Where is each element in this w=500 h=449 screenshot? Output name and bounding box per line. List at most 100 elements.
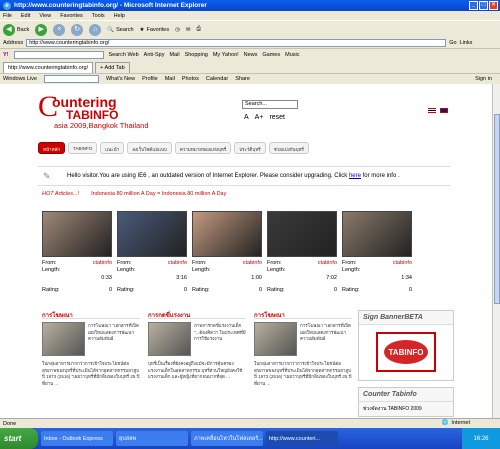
pencil-icon: ✎ xyxy=(43,170,51,181)
upgrade-link[interactable]: here xyxy=(349,173,361,179)
windows-taskbar: start Inbox - Outlook Express ยุบสลพ ภาพ… xyxy=(0,428,500,449)
search-web-button[interactable]: Search Web xyxy=(109,52,139,58)
article-excerpt-bottom: บุหรี่เป็นเรื่องที่ยังคงอยู่ถึงแม้จะมีกา… xyxy=(148,361,243,379)
page-viewport: C ountering TABINFO asia 2009,Bangkok Th… xyxy=(0,84,492,418)
add-tab-button[interactable]: + Add Tab xyxy=(95,62,130,73)
refresh-button[interactable]: ↻ xyxy=(71,23,84,36)
calendar-button[interactable]: Calendar xyxy=(206,76,228,82)
yahoo-search-input[interactable] xyxy=(13,50,104,59)
address-input[interactable]: http://www.counteringtabinfo.org/ xyxy=(26,39,447,47)
video-thumbnail[interactable] xyxy=(192,211,262,257)
site-logo[interactable]: C ountering TABINFO asia 2009,Bangkok Th… xyxy=(38,90,188,131)
window-title: http://www.counteringtabinfo.org/ - Micr… xyxy=(14,2,207,9)
links-button[interactable]: Links xyxy=(460,40,473,46)
video-author-link[interactable]: ctabinfo xyxy=(93,260,112,266)
article-title[interactable]: การกดขี่แรงงาน xyxy=(148,310,246,319)
nav-template[interactable]: ลงเว็บไซต์แม่แบบ xyxy=(127,142,172,154)
maximize-button[interactable]: □ xyxy=(479,1,488,10)
article-title[interactable]: การโฆษณา xyxy=(42,310,140,319)
font-large-button[interactable]: A+ xyxy=(255,114,264,121)
article-image[interactable] xyxy=(254,322,297,356)
shopping-button[interactable]: Shopping xyxy=(185,52,208,58)
video-length-label: Length: xyxy=(192,267,211,273)
vertical-scrollbar[interactable] xyxy=(492,84,500,418)
search-button[interactable]: 🔍 Search xyxy=(107,27,133,33)
back-button[interactable]: ◀ Back xyxy=(3,23,29,36)
video-thumbnail[interactable] xyxy=(117,211,187,257)
home-button[interactable]: ⌂ xyxy=(89,23,102,36)
scroll-thumb[interactable] xyxy=(494,114,500,304)
sign-in-button[interactable]: Sign in xyxy=(475,76,492,82)
article-excerpt-top: การโฆษณา "เอกสารที่เปิดเผยใหม่แสดงการพัฒ… xyxy=(300,323,351,341)
thai-flag-icon[interactable] xyxy=(428,108,436,113)
nav-meaning[interactable]: ความหมายของแท่งบุหรี่ xyxy=(174,142,232,154)
logo-tabinfo: TABINFO xyxy=(66,108,119,122)
profile-button[interactable]: Profile xyxy=(142,76,158,82)
article-excerpt-top: ภาพการกดขี่แรงงานเด็ก "...ต้องคิดว่า ในป… xyxy=(194,323,246,341)
video-thumbnail[interactable] xyxy=(267,211,337,257)
live-mail-button[interactable]: Mail xyxy=(165,76,175,82)
music-button[interactable]: Music xyxy=(285,52,299,58)
news-button[interactable]: News xyxy=(244,52,258,58)
video-length: 0:33 xyxy=(101,275,112,281)
print-button[interactable]: ⎙ xyxy=(197,26,201,33)
video-author-link[interactable]: ctabinfo xyxy=(168,260,187,266)
start-button[interactable]: start xyxy=(0,428,38,449)
video-info: From: ctabinfo Length: 1:00 Rating: 0 xyxy=(192,260,262,294)
antispy-button[interactable]: Anti-Spy xyxy=(144,52,165,58)
share-button[interactable]: Share xyxy=(235,76,250,82)
video-author-link[interactable]: ctabinfo xyxy=(318,260,337,266)
my-yahoo-button[interactable]: My Yahoo! xyxy=(213,52,239,58)
nav-history[interactable]: ประวัติบุหรี่ xyxy=(234,142,266,154)
menu-favorites[interactable]: Favorites xyxy=(60,13,83,19)
video-rating-label: Rating: xyxy=(342,287,360,293)
font-small-button[interactable]: A xyxy=(244,114,249,121)
hot-articles-ticker[interactable]: Indonesia 80 million A Day = Indonesia 8… xyxy=(91,191,226,201)
status-bar: Done 🌐 Internet xyxy=(0,418,500,428)
article-image[interactable] xyxy=(148,322,191,356)
uk-flag-icon[interactable] xyxy=(440,108,448,113)
video-thumbnail[interactable] xyxy=(42,211,112,257)
yahoo-mail-button[interactable]: Mail xyxy=(169,52,179,58)
live-search-input[interactable] xyxy=(43,75,99,83)
counter-title: Counter Tabinfo xyxy=(359,388,453,402)
nav-intro[interactable]: แนะนำ xyxy=(100,142,125,154)
menu-edit[interactable]: Edit xyxy=(21,13,30,19)
mail-button[interactable]: ✉ xyxy=(186,27,191,33)
nav-tabinfo[interactable]: TABINFO xyxy=(68,142,98,154)
video-rating: 0 xyxy=(108,287,112,293)
article-image[interactable] xyxy=(42,322,85,356)
video-author-link[interactable]: ctabinfo xyxy=(243,260,262,266)
star-icon: ★ xyxy=(139,26,145,33)
nav-quit[interactable]: ช่วยแบ่งกันบุหรี่ xyxy=(268,142,309,154)
site-search-input[interactable]: Search... xyxy=(242,100,298,109)
games-button[interactable]: Games xyxy=(262,52,280,58)
video-author-link[interactable]: ctabinfo xyxy=(393,260,412,266)
video-thumbnail[interactable] xyxy=(342,211,412,257)
nav-home[interactable]: หน้าหลัก xyxy=(38,142,66,154)
favorites-button[interactable]: ★ Favorites xyxy=(140,27,170,33)
minimize-button[interactable]: _ xyxy=(469,1,478,10)
history-button[interactable]: ◷ xyxy=(175,27,180,33)
photos-button[interactable]: Photos xyxy=(182,76,199,82)
article-title[interactable]: การโฆษณา xyxy=(254,310,352,319)
tab-current[interactable]: http://www.counteringtabinfo.org/ xyxy=(3,62,94,73)
menu-tools[interactable]: Tools xyxy=(92,13,105,19)
task-images[interactable]: ภาพเคลื่อนไหวในโฟลเดอร์... xyxy=(191,431,263,446)
task-browser[interactable]: http://www.counteri... xyxy=(266,431,338,446)
go-button[interactable]: Go xyxy=(449,40,456,46)
menu-help[interactable]: Help xyxy=(114,13,125,19)
task-folder[interactable]: ยุบสลพ xyxy=(116,431,188,446)
stop-button[interactable]: × xyxy=(53,23,66,36)
task-outlook[interactable]: Inbox - Outlook Express xyxy=(41,431,113,446)
counter-line[interactable]: ช่วงจัดงาน TABINFO 2009 xyxy=(359,402,453,416)
menu-file[interactable]: File xyxy=(3,13,12,19)
whats-new-button[interactable]: What's New xyxy=(106,76,135,82)
forward-button[interactable]: ▶ xyxy=(35,23,48,36)
close-button[interactable]: × xyxy=(489,1,498,10)
video-info: From: ctabinfo Length: 7:02 Rating: 0 xyxy=(267,260,337,294)
sign-banner-image[interactable]: TABINFO xyxy=(359,325,453,380)
search-icon: 🔍 xyxy=(107,26,115,33)
menu-view[interactable]: View xyxy=(39,13,51,19)
font-reset-button[interactable]: reset xyxy=(269,114,285,121)
